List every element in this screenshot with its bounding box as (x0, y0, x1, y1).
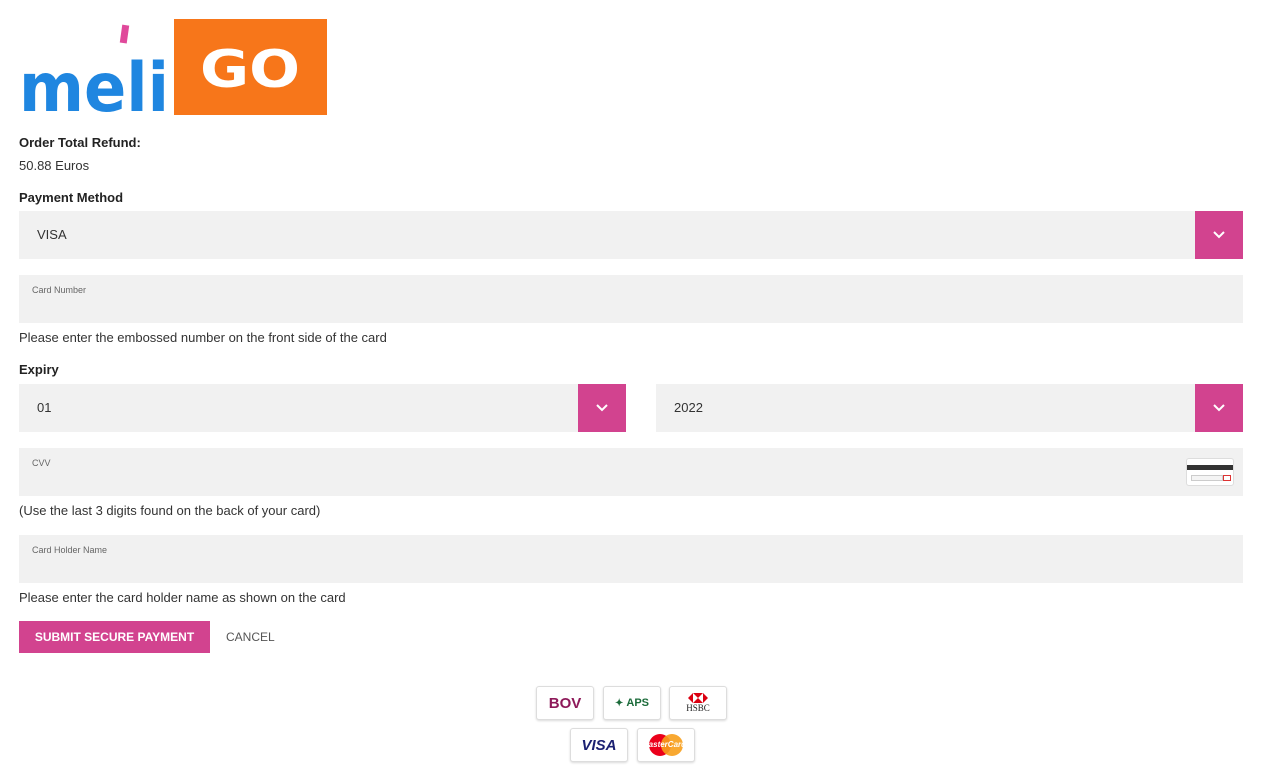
chevron-down-icon[interactable] (1195, 211, 1243, 259)
order-total-value: 50.88 Euros (19, 158, 90, 173)
mastercard-logo: MasterCard (637, 728, 695, 762)
chevron-down-icon[interactable] (1195, 384, 1243, 432)
card-back-icon (1186, 458, 1234, 486)
visa-logo: VISA (570, 728, 628, 762)
submit-payment-button[interactable]: SUBMIT SECURE PAYMENT (19, 621, 210, 653)
card-holder-field[interactable]: Card Holder Name (19, 535, 1243, 583)
chevron-down-icon[interactable] (578, 384, 626, 432)
cvv-field[interactable]: CVV (19, 448, 1243, 496)
payment-method-label: Payment Method (19, 190, 124, 205)
payment-method-value: VISA (37, 227, 67, 242)
aps-emblem-icon: ✦ (614, 697, 624, 709)
card-number-help: Please enter the embossed number on the … (19, 330, 387, 345)
hsbc-hexagon-icon (688, 693, 708, 703)
cvv-input[interactable] (32, 470, 1132, 492)
cvv-label: CVV (32, 458, 51, 468)
card-holder-help: Please enter the card holder name as sho… (19, 590, 346, 605)
payment-method-select[interactable]: VISA (19, 211, 1243, 259)
svg-text:GO: GO (200, 40, 300, 100)
card-holder-input[interactable] (32, 557, 1182, 579)
bov-logo: BOV (536, 686, 594, 720)
aps-logo: ✦ APS (603, 686, 661, 720)
expiry-label: Expiry (19, 362, 59, 377)
expiry-year-select[interactable]: 2022 (656, 384, 1243, 432)
cancel-button[interactable]: CANCEL (226, 621, 275, 653)
melita-logo: meli ta (19, 21, 171, 128)
melita-go-logo: meli ta GO (19, 19, 327, 128)
order-total-label: Order Total Refund: (19, 135, 141, 150)
expiry-month-select[interactable]: 01 (19, 384, 626, 432)
hsbc-logo: HSBC (669, 686, 727, 720)
expiry-year-value: 2022 (674, 400, 703, 415)
card-number-label: Card Number (32, 285, 87, 295)
card-number-input[interactable] (32, 297, 1182, 319)
expiry-month-value: 01 (37, 400, 52, 415)
card-holder-label: Card Holder Name (32, 545, 108, 555)
go-logo: GO (174, 19, 327, 115)
cvv-help: (Use the last 3 digits found on the back… (19, 503, 321, 518)
card-number-field[interactable]: Card Number (19, 275, 1243, 323)
